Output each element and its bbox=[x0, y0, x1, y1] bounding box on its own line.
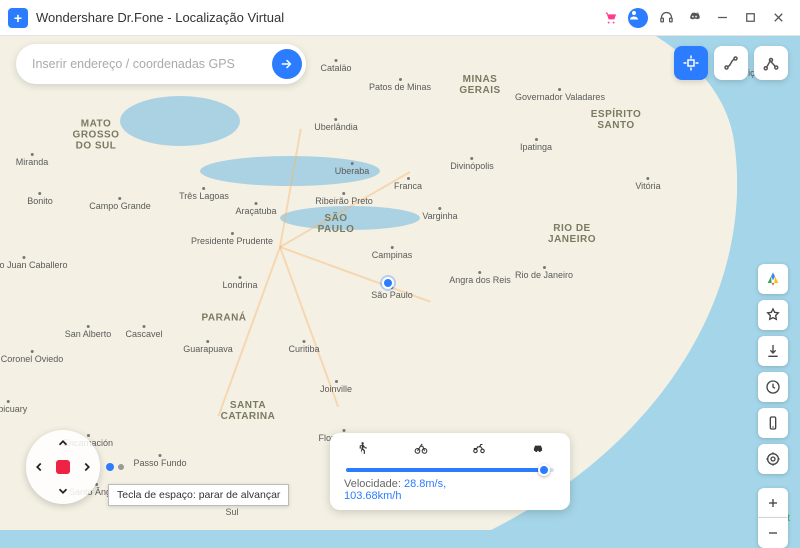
city-label: Pedro Juan Caballero bbox=[0, 256, 68, 270]
import-icon[interactable] bbox=[758, 336, 788, 366]
city-label: Miranda bbox=[16, 153, 49, 167]
locate-icon[interactable] bbox=[758, 444, 788, 474]
city-label: Angra dos Reis bbox=[449, 271, 511, 285]
history-icon[interactable] bbox=[758, 372, 788, 402]
close-button[interactable] bbox=[764, 4, 792, 32]
window-title: Wondershare Dr.Fone - Localização Virtua… bbox=[36, 10, 284, 25]
cart-icon[interactable] bbox=[596, 4, 624, 32]
city-label: Campinas bbox=[372, 246, 413, 260]
speed-readout: Velocidade: 28.8m/s, 103.68km/h bbox=[344, 478, 556, 502]
speed-car-icon[interactable] bbox=[524, 441, 552, 460]
joystick-mode-dots[interactable] bbox=[106, 463, 124, 471]
maximize-button[interactable] bbox=[736, 4, 764, 32]
joystick-control: Tecla de espaço: parar de alvançar bbox=[26, 430, 100, 504]
city-label: Três Lagoas bbox=[179, 187, 229, 201]
dpad-up[interactable] bbox=[54, 434, 72, 452]
location-marker[interactable] bbox=[382, 277, 394, 289]
mode-toolbar bbox=[674, 46, 788, 80]
dpad-stop[interactable] bbox=[56, 460, 70, 474]
speed-value-2: 103.68km/h bbox=[344, 490, 401, 502]
favorite-icon[interactable] bbox=[758, 300, 788, 330]
space-tooltip: Tecla de espaço: parar de alvançar bbox=[108, 484, 289, 506]
city-label: Londrina bbox=[222, 276, 257, 290]
state-label: RIO DE JANEIRO bbox=[548, 223, 596, 245]
city-label: San Alberto bbox=[65, 325, 112, 339]
app-logo: + bbox=[8, 8, 28, 28]
speed-value-1: 28.8m/s, bbox=[404, 478, 446, 490]
state-label: PARANÁ bbox=[201, 312, 246, 323]
dpad-down[interactable] bbox=[54, 482, 72, 500]
title-bar: + Wondershare Dr.Fone - Localização Virt… bbox=[0, 0, 800, 36]
city-label: Guarapuava bbox=[183, 340, 233, 354]
device-icon[interactable] bbox=[758, 408, 788, 438]
search-input[interactable] bbox=[32, 57, 272, 71]
headset-icon[interactable] bbox=[652, 4, 680, 32]
city-label: Bonito bbox=[27, 192, 53, 206]
city-label: Cataläo bbox=[320, 59, 351, 73]
side-tool-column bbox=[758, 264, 788, 548]
multi-stop-route-button[interactable] bbox=[754, 46, 788, 80]
city-label: Rio de Janeiro bbox=[515, 266, 573, 280]
city-label: Franca bbox=[394, 177, 422, 191]
zoom-out-button[interactable] bbox=[758, 518, 788, 548]
zoom-in-button[interactable] bbox=[758, 488, 788, 518]
google-maps-icon[interactable] bbox=[758, 264, 788, 294]
city-label: Presidente Prudente bbox=[191, 232, 273, 246]
search-bar bbox=[16, 44, 306, 84]
city-label: Coronel Oviedo bbox=[1, 350, 64, 364]
city-label: Passo Fundo bbox=[133, 454, 186, 468]
city-label: Campo Grande bbox=[89, 197, 151, 211]
two-stop-route-button[interactable] bbox=[714, 46, 748, 80]
state-label: ESPÍRITO SANTO bbox=[591, 109, 642, 131]
city-label: Joinville bbox=[320, 380, 352, 394]
city-label: São Paulo bbox=[371, 286, 413, 300]
speed-label: Velocidade: bbox=[344, 478, 401, 490]
city-label: Uberaba bbox=[335, 162, 370, 176]
city-label: Vitória bbox=[635, 177, 660, 191]
dpad-left[interactable] bbox=[30, 458, 48, 476]
city-label: Ipatinga bbox=[520, 138, 552, 152]
user-icon[interactable] bbox=[624, 4, 652, 32]
search-go-button[interactable] bbox=[272, 49, 302, 79]
state-label: MINAS GERAIS bbox=[459, 74, 500, 96]
city-label: Cascavel bbox=[125, 325, 162, 339]
city-label: Divinópolis bbox=[450, 157, 494, 171]
state-label: SÃO PAULO bbox=[318, 213, 355, 235]
teleport-mode-button[interactable] bbox=[674, 46, 708, 80]
speed-bike-icon[interactable] bbox=[407, 441, 435, 460]
city-label: Tebicuary bbox=[0, 400, 27, 414]
state-label: SANTA CATARINA bbox=[221, 400, 276, 422]
city-label: Araçatuba bbox=[235, 202, 276, 216]
dpad-right[interactable] bbox=[78, 458, 96, 476]
city-label: Patos de Minas bbox=[369, 78, 431, 92]
speed-walk-icon[interactable] bbox=[348, 441, 376, 460]
discord-icon[interactable] bbox=[680, 4, 708, 32]
city-label: Uberlândia bbox=[314, 118, 358, 132]
state-label: MATO GROSSO DO SUL bbox=[73, 118, 120, 151]
speed-motorbike-icon[interactable] bbox=[465, 441, 493, 460]
city-label: Ribeirão Preto bbox=[315, 192, 373, 206]
speed-panel: Velocidade: 28.8m/s, 103.68km/h bbox=[330, 433, 570, 510]
city-label: Varginha bbox=[422, 207, 457, 221]
minimize-button[interactable] bbox=[708, 4, 736, 32]
city-label: Curitiba bbox=[288, 340, 319, 354]
speed-slider[interactable] bbox=[346, 468, 554, 472]
city-label: Governador Valadares bbox=[515, 88, 605, 102]
